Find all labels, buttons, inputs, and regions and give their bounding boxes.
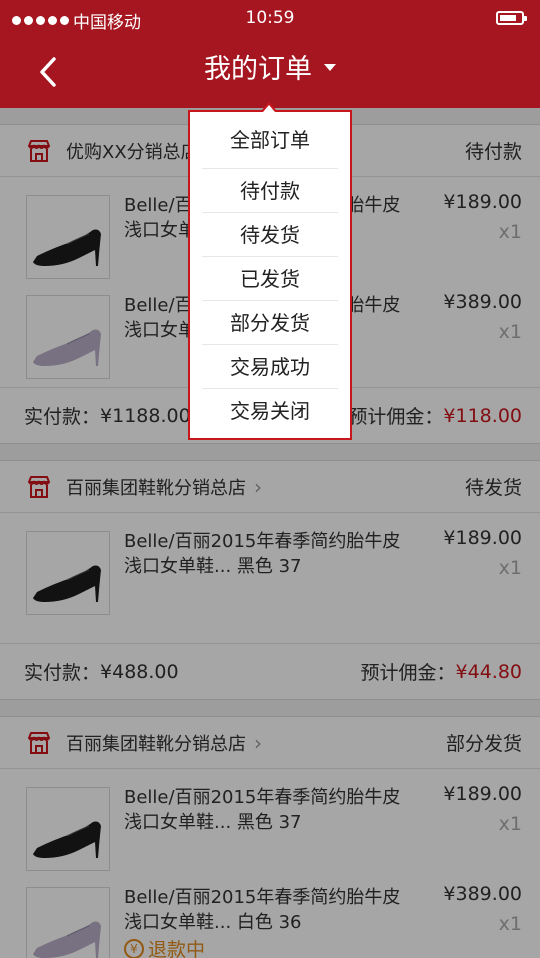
status-bar: 中国移动 10:59 <box>0 0 540 36</box>
battery-icon <box>496 11 527 25</box>
filter-partially-shipped[interactable]: 部分发货 <box>202 300 338 344</box>
filter-all-orders[interactable]: 全部订单 <box>202 118 338 162</box>
caret-down-icon <box>324 64 336 71</box>
clock: 10:59 <box>245 8 295 28</box>
order-filter-menu: 全部订单 待付款 待发货 已发货 部分发货 交易成功 交易关闭 <box>188 102 352 440</box>
filter-pending-payment[interactable]: 待付款 <box>202 168 338 212</box>
filter-pending-shipment[interactable]: 待发货 <box>202 212 338 256</box>
filter-shipped[interactable]: 已发货 <box>202 256 338 300</box>
order-filter-toggle[interactable]: 我的订单 <box>0 50 540 90</box>
nav-bar: 我的订单 <box>0 36 540 108</box>
filter-closed[interactable]: 交易关闭 <box>202 388 338 432</box>
page-title: 我的订单 <box>204 54 312 85</box>
filter-completed[interactable]: 交易成功 <box>202 344 338 388</box>
